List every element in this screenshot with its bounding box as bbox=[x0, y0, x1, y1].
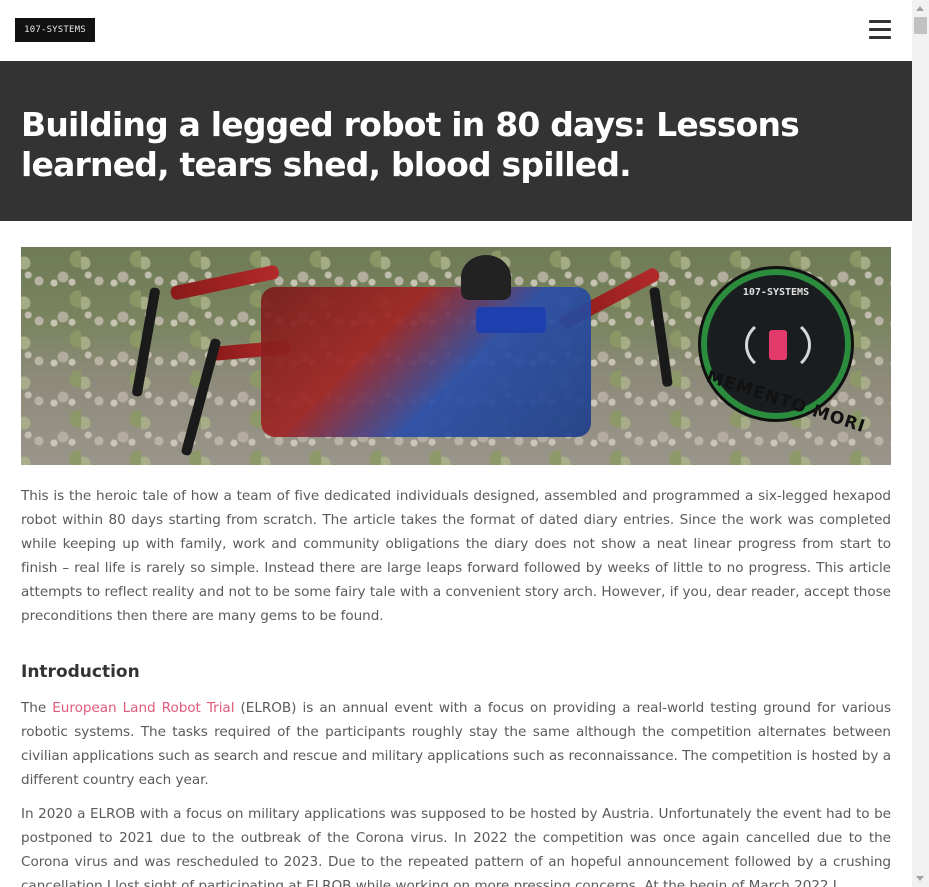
top-navigation-bar: 107-SYSTEMS bbox=[0, 0, 912, 61]
emblem-core bbox=[769, 330, 787, 360]
hamburger-line bbox=[869, 36, 891, 39]
hamburger-line bbox=[869, 20, 891, 23]
scroll-thumb[interactable] bbox=[914, 17, 927, 34]
hero-image: 107-SYSTEMS MEMENTO MORI bbox=[21, 247, 891, 465]
elrob-link[interactable]: European Land Robot Trial bbox=[52, 700, 234, 716]
page-title: Building a legged robot in 80 days: Less… bbox=[21, 105, 800, 184]
paragraph-elrob: The European Land Robot Trial (ELROB) is… bbox=[21, 696, 891, 792]
intro-paragraph: This is the heroic tale of how a team of… bbox=[21, 488, 891, 624]
article-body: This is the heroic tale of how a team of… bbox=[21, 484, 891, 887]
paragraph-2020: In 2020 a ELROB with a focus on military… bbox=[21, 806, 891, 887]
hamburger-line bbox=[869, 28, 891, 31]
emblem-ring-text: 107-SYSTEMS bbox=[742, 287, 810, 298]
text-span: The bbox=[21, 700, 53, 716]
hamburger-icon[interactable] bbox=[869, 20, 891, 39]
site-logo[interactable]: 107-SYSTEMS bbox=[15, 18, 95, 42]
section-heading-introduction: Introduction bbox=[21, 662, 140, 682]
scroll-up-arrow-icon[interactable] bbox=[912, 0, 929, 17]
robot-lidar bbox=[461, 255, 511, 300]
title-banner: Building a legged robot in 80 days: Less… bbox=[0, 61, 912, 221]
vertical-scrollbar[interactable] bbox=[912, 0, 929, 887]
scroll-down-arrow-icon[interactable] bbox=[912, 870, 929, 887]
page: 107-SYSTEMS Building a legged robot in 8… bbox=[0, 0, 912, 887]
robot-camera bbox=[476, 307, 546, 333]
